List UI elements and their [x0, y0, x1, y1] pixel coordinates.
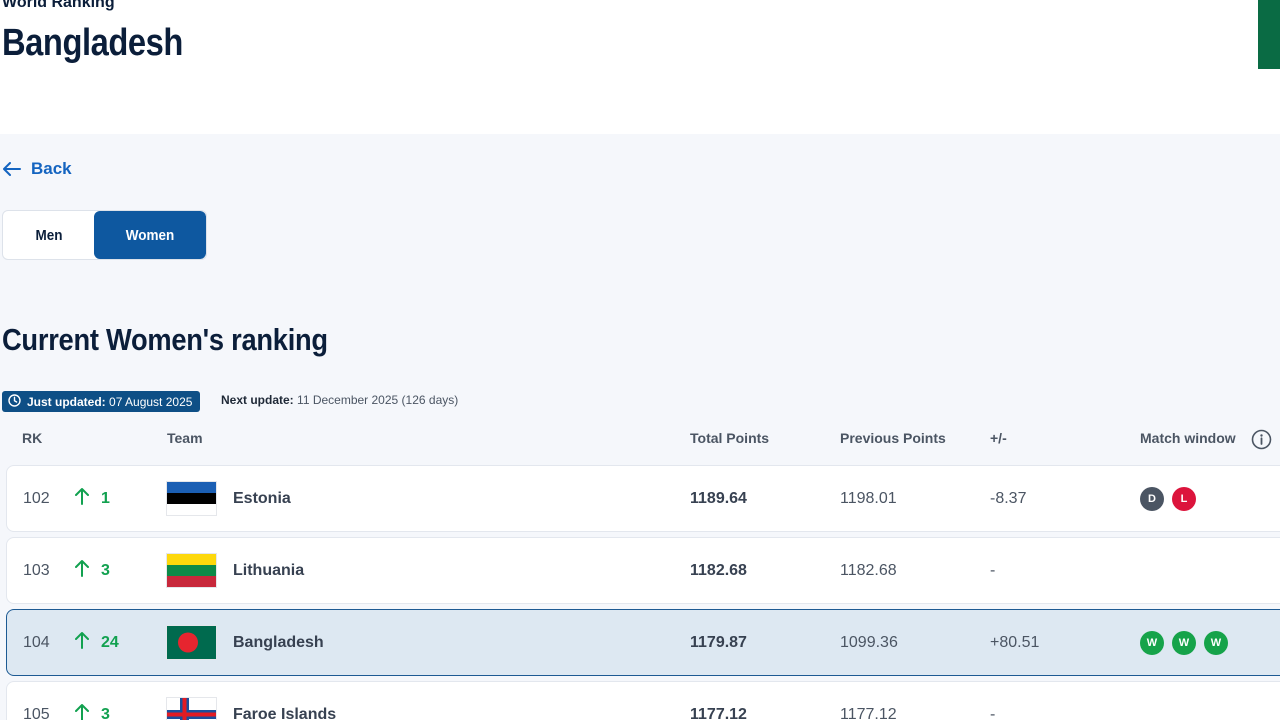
team-name[interactable]: Faroe Islands: [233, 682, 336, 720]
movement-value: 3: [101, 705, 110, 720]
team-name[interactable]: Lithuania: [233, 538, 304, 603]
header-diff: +/-: [990, 430, 1007, 446]
next-update: Next update: 11 December 2025 (126 days): [221, 393, 458, 407]
match-result-badge[interactable]: W: [1204, 630, 1228, 655]
page-title: Bangladesh: [2, 22, 183, 64]
match-result-badge[interactable]: D: [1140, 486, 1164, 511]
men-tab[interactable]: Men: [3, 211, 94, 259]
section-title: Current Women's ranking: [2, 322, 328, 357]
arrow-up-icon: [75, 703, 89, 720]
total-points: 1182.68: [690, 561, 747, 579]
total-points: 1189.64: [690, 489, 747, 507]
rank-value: 103: [23, 561, 50, 579]
just-updated-label: Just updated:: [27, 394, 106, 409]
faroe-islands-flag-icon: [167, 682, 216, 720]
previous-points: 1099.36: [840, 633, 898, 651]
back-label: Back: [31, 159, 72, 178]
movement-value: 3: [101, 561, 110, 579]
arrow-left-icon: [3, 162, 21, 176]
match-window: WWW: [1140, 610, 1228, 675]
gender-toggle: Men Women: [2, 210, 207, 260]
header-previous-points: Previous Points: [840, 430, 946, 446]
next-update-label: Next update:: [221, 393, 294, 407]
total-points: 1179.87: [690, 633, 747, 651]
match-result-badge[interactable]: W: [1140, 630, 1164, 655]
women-tab[interactable]: Women: [94, 211, 206, 259]
header-total-points: Total Points: [690, 430, 770, 446]
rank-value: 104: [23, 633, 50, 651]
back-link[interactable]: Back: [3, 159, 72, 179]
arrow-up-icon: [75, 487, 89, 510]
header-team: Team: [167, 430, 203, 446]
page-header: World Ranking Bangladesh: [0, 0, 1280, 134]
accent-bar: [1258, 0, 1280, 69]
table-row[interactable]: 105 3 Faroe Islands 1177.12 1177.12 -: [6, 681, 1280, 720]
points-diff: -8.37: [990, 489, 1027, 507]
previous-points: 1182.68: [840, 561, 897, 579]
table-row[interactable]: 103 3 Lithuania 1182.68 1182.68 -: [6, 537, 1280, 604]
arrow-up-icon: [75, 559, 89, 582]
clock-icon: [8, 393, 21, 410]
header-match-window: Match window: [1140, 430, 1236, 446]
rank-movement: 3: [75, 538, 110, 603]
match-window: DL: [1140, 466, 1196, 531]
points-diff: +80.51: [990, 633, 1040, 651]
just-updated-badge: Just updated: 07 August 2025: [2, 391, 201, 412]
next-update-value: 11 December 2025 (126 days): [297, 393, 459, 407]
header-rank: RK: [22, 430, 43, 446]
rank-value: 105: [23, 705, 50, 720]
match-result-badge[interactable]: W: [1172, 630, 1196, 655]
previous-points: 1198.01: [840, 489, 897, 507]
table-row[interactable]: 104 24 Bangladesh 1179.87 1099.36 +80.51 W W W: [6, 609, 1280, 676]
just-updated-date: 07 August 2025: [109, 394, 193, 409]
team-name[interactable]: Bangladesh: [233, 610, 324, 675]
lithuania-flag-icon: [167, 538, 216, 603]
team-name[interactable]: Estonia: [233, 466, 291, 531]
info-icon[interactable]: [1251, 429, 1272, 455]
arrow-up-icon: [75, 631, 89, 654]
movement-value: 1: [101, 489, 110, 507]
previous-points: 1177.12: [840, 705, 897, 720]
match-result-badge[interactable]: L: [1172, 486, 1196, 511]
bangladesh-flag-icon: [167, 610, 216, 675]
total-points: 1177.12: [690, 705, 747, 720]
page-kicker: World Ranking: [2, 0, 115, 11]
points-diff: -: [990, 561, 996, 579]
rank-value: 102: [23, 489, 50, 507]
rank-movement: 1: [75, 466, 110, 531]
estonia-flag-icon: [167, 466, 216, 531]
rank-movement: 3: [75, 682, 110, 720]
rank-movement: 24: [75, 610, 119, 675]
movement-value: 24: [101, 633, 119, 651]
table-row[interactable]: 102 1 Estonia 1189.64 1198.01 -8.37 D L: [6, 465, 1280, 532]
points-diff: -: [990, 705, 996, 720]
